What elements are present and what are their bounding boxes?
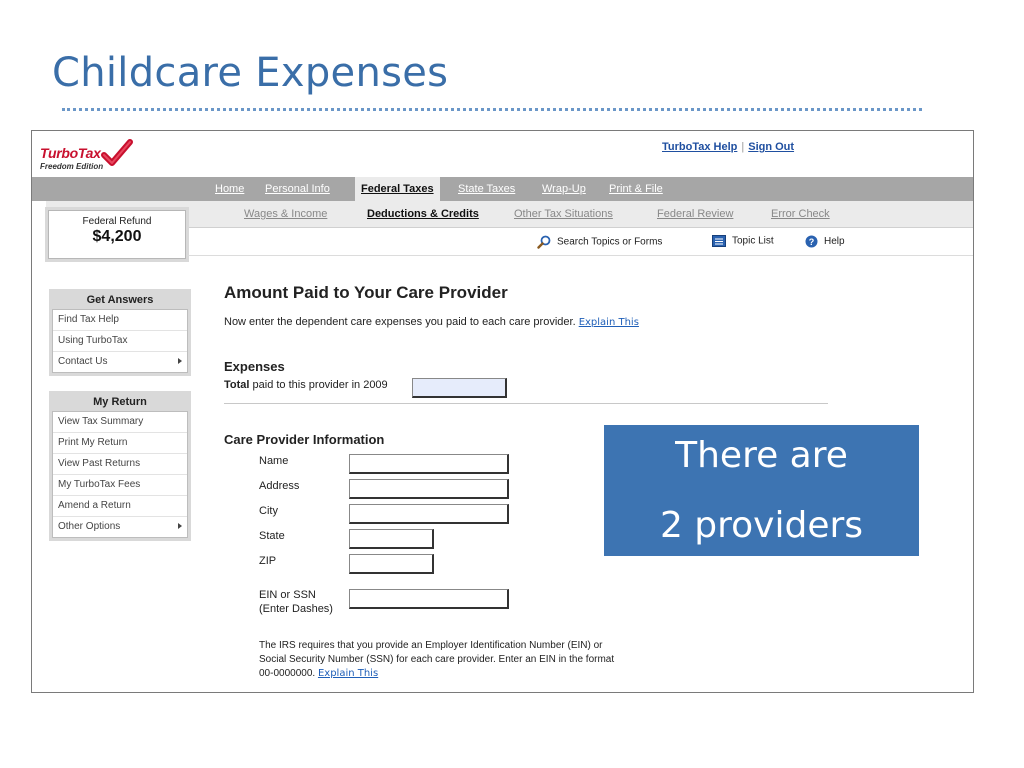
checkmark-icon bbox=[101, 139, 133, 166]
turbotax-screenshot: TurboTax Freedom Edition TurboTax Help | S… bbox=[31, 130, 974, 693]
primary-nav: Home Personal Info Federal Taxes State T… bbox=[32, 177, 973, 201]
amend-a-return-link[interactable]: Amend a Return bbox=[53, 496, 187, 517]
nav-wrap-up[interactable]: Wrap-Up bbox=[542, 183, 586, 195]
intro-sentence: Now enter the dependent care expenses yo… bbox=[224, 316, 576, 328]
provider-ein-input[interactable] bbox=[349, 589, 509, 609]
subnav-wages-income[interactable]: Wages & Income bbox=[244, 208, 327, 220]
sign-out-link[interactable]: Sign Out bbox=[748, 141, 794, 153]
title-divider bbox=[62, 108, 922, 111]
total-rest: paid to this provider in 2009 bbox=[249, 379, 388, 391]
get-answers-title: Get Answers bbox=[86, 294, 154, 306]
note-line-2: Social Security Number (SSN) for each ca… bbox=[259, 654, 615, 665]
nav-federal-taxes[interactable]: Federal Taxes bbox=[355, 177, 440, 201]
view-tax-summary-link[interactable]: View Tax Summary bbox=[53, 412, 187, 433]
provider-zip-input[interactable] bbox=[349, 554, 434, 574]
my-return-title: My Return bbox=[93, 396, 147, 408]
top-links: TurboTax Help | Sign Out bbox=[662, 141, 794, 153]
help-label: Help bbox=[824, 236, 845, 248]
provider-city-input[interactable] bbox=[349, 504, 509, 524]
city-label: City bbox=[259, 505, 278, 517]
topic-list-tool[interactable]: Topic List bbox=[712, 235, 774, 247]
refund-amount: $4,200 bbox=[92, 228, 142, 245]
turbotax-help-link[interactable]: TurboTax Help bbox=[662, 141, 737, 153]
contact-us-link[interactable]: Contact Us bbox=[53, 352, 187, 372]
nav-state-taxes[interactable]: State Taxes bbox=[458, 183, 515, 195]
other-options-label: Other Options bbox=[58, 521, 121, 532]
help-tool[interactable]: ? Help bbox=[805, 235, 845, 248]
nav-home[interactable]: Home bbox=[215, 183, 244, 195]
callout-line-2: 2 providers bbox=[659, 505, 864, 546]
topic-list-label: Topic List bbox=[732, 235, 774, 247]
search-topics-tool[interactable]: Search Topics or Forms bbox=[537, 235, 662, 249]
other-options-link[interactable]: Other Options bbox=[53, 517, 187, 537]
using-turbotax-link[interactable]: Using TurboTax bbox=[53, 331, 187, 352]
ein-format-text: 00-0000000. bbox=[259, 668, 316, 679]
subnav-error-check[interactable]: Error Check bbox=[771, 208, 830, 220]
refund-label: Federal Refund bbox=[82, 216, 152, 227]
note-line-1: The IRS requires that you provide an Emp… bbox=[259, 640, 603, 651]
tool-row-divider bbox=[187, 255, 973, 256]
note-line-3: 00-0000000. Explain This bbox=[259, 667, 729, 681]
zip-label: ZIP bbox=[259, 555, 277, 567]
irs-requirement-note: The IRS requires that you provide an Emp… bbox=[259, 639, 729, 681]
contact-us-label: Contact Us bbox=[58, 356, 108, 367]
provider-address-input[interactable] bbox=[349, 479, 509, 499]
total-paid-label: Total paid to this provider in 2009 bbox=[224, 379, 388, 391]
get-answers-panel: Get Answers Find Tax Help Using TurboTax… bbox=[49, 289, 191, 376]
nav-personal-info[interactable]: Personal Info bbox=[265, 183, 330, 195]
print-my-return-link[interactable]: Print My Return bbox=[53, 433, 187, 454]
my-turbotax-fees-link[interactable]: My TurboTax Fees bbox=[53, 475, 187, 496]
ein-label: EIN or SSN bbox=[259, 589, 316, 601]
explain-this-link-2[interactable]: Explain This bbox=[318, 668, 378, 679]
svg-text:?: ? bbox=[809, 237, 815, 247]
explain-this-link[interactable]: Explain This bbox=[579, 317, 639, 328]
search-topics-label: Search Topics or Forms bbox=[557, 236, 663, 248]
federal-refund-meter: Federal Refund $4,200 bbox=[48, 210, 186, 259]
slide-title: Childcare Expenses bbox=[52, 50, 449, 96]
logo-wordmark: TurboTax bbox=[40, 145, 101, 161]
nav-print-file[interactable]: Print & File bbox=[609, 183, 663, 195]
topic-list-icon bbox=[712, 235, 726, 247]
logo-edition: Freedom Edition bbox=[40, 162, 104, 171]
page-heading: Amount Paid to Your Care Provider bbox=[224, 283, 508, 302]
provider-name-input[interactable] bbox=[349, 454, 509, 474]
help-icon: ? bbox=[805, 235, 818, 248]
my-return-panel: My Return View Tax Summary Print My Retu… bbox=[49, 391, 191, 541]
search-icon bbox=[537, 235, 551, 249]
callout-line-1: There are bbox=[675, 435, 848, 476]
total-bold: Total bbox=[224, 379, 250, 391]
get-answers-list: Find Tax Help Using TurboTax Contact Us bbox=[52, 309, 188, 373]
subnav-deductions-credits[interactable]: Deductions & Credits bbox=[367, 208, 479, 220]
name-label: Name bbox=[259, 455, 289, 467]
provider-state-input[interactable] bbox=[349, 529, 434, 549]
view-past-returns-link[interactable]: View Past Returns bbox=[53, 454, 187, 475]
turbotax-logo[interactable]: TurboTax Freedom Edition bbox=[40, 139, 150, 177]
address-label: Address bbox=[259, 480, 300, 492]
section-divider bbox=[224, 403, 828, 404]
find-tax-help-link[interactable]: Find Tax Help bbox=[53, 310, 187, 331]
intro-text: Now enter the dependent care expenses yo… bbox=[224, 316, 639, 328]
state-label: State bbox=[259, 530, 285, 542]
total-paid-input[interactable] bbox=[412, 378, 507, 398]
subnav-other-tax-situations[interactable]: Other Tax Situations bbox=[514, 208, 613, 220]
my-return-list: View Tax Summary Print My Return View Pa… bbox=[52, 411, 188, 538]
submenu-arrow-icon bbox=[178, 523, 182, 529]
ein-dashes-hint: (Enter Dashes) bbox=[259, 603, 333, 615]
subnav-federal-review[interactable]: Federal Review bbox=[657, 208, 733, 220]
expenses-heading: Expenses bbox=[224, 359, 285, 374]
care-provider-heading: Care Provider Information bbox=[224, 432, 385, 447]
link-separator: | bbox=[741, 141, 745, 153]
submenu-arrow-icon bbox=[178, 358, 182, 364]
callout-box: There are 2 providers bbox=[604, 425, 919, 556]
